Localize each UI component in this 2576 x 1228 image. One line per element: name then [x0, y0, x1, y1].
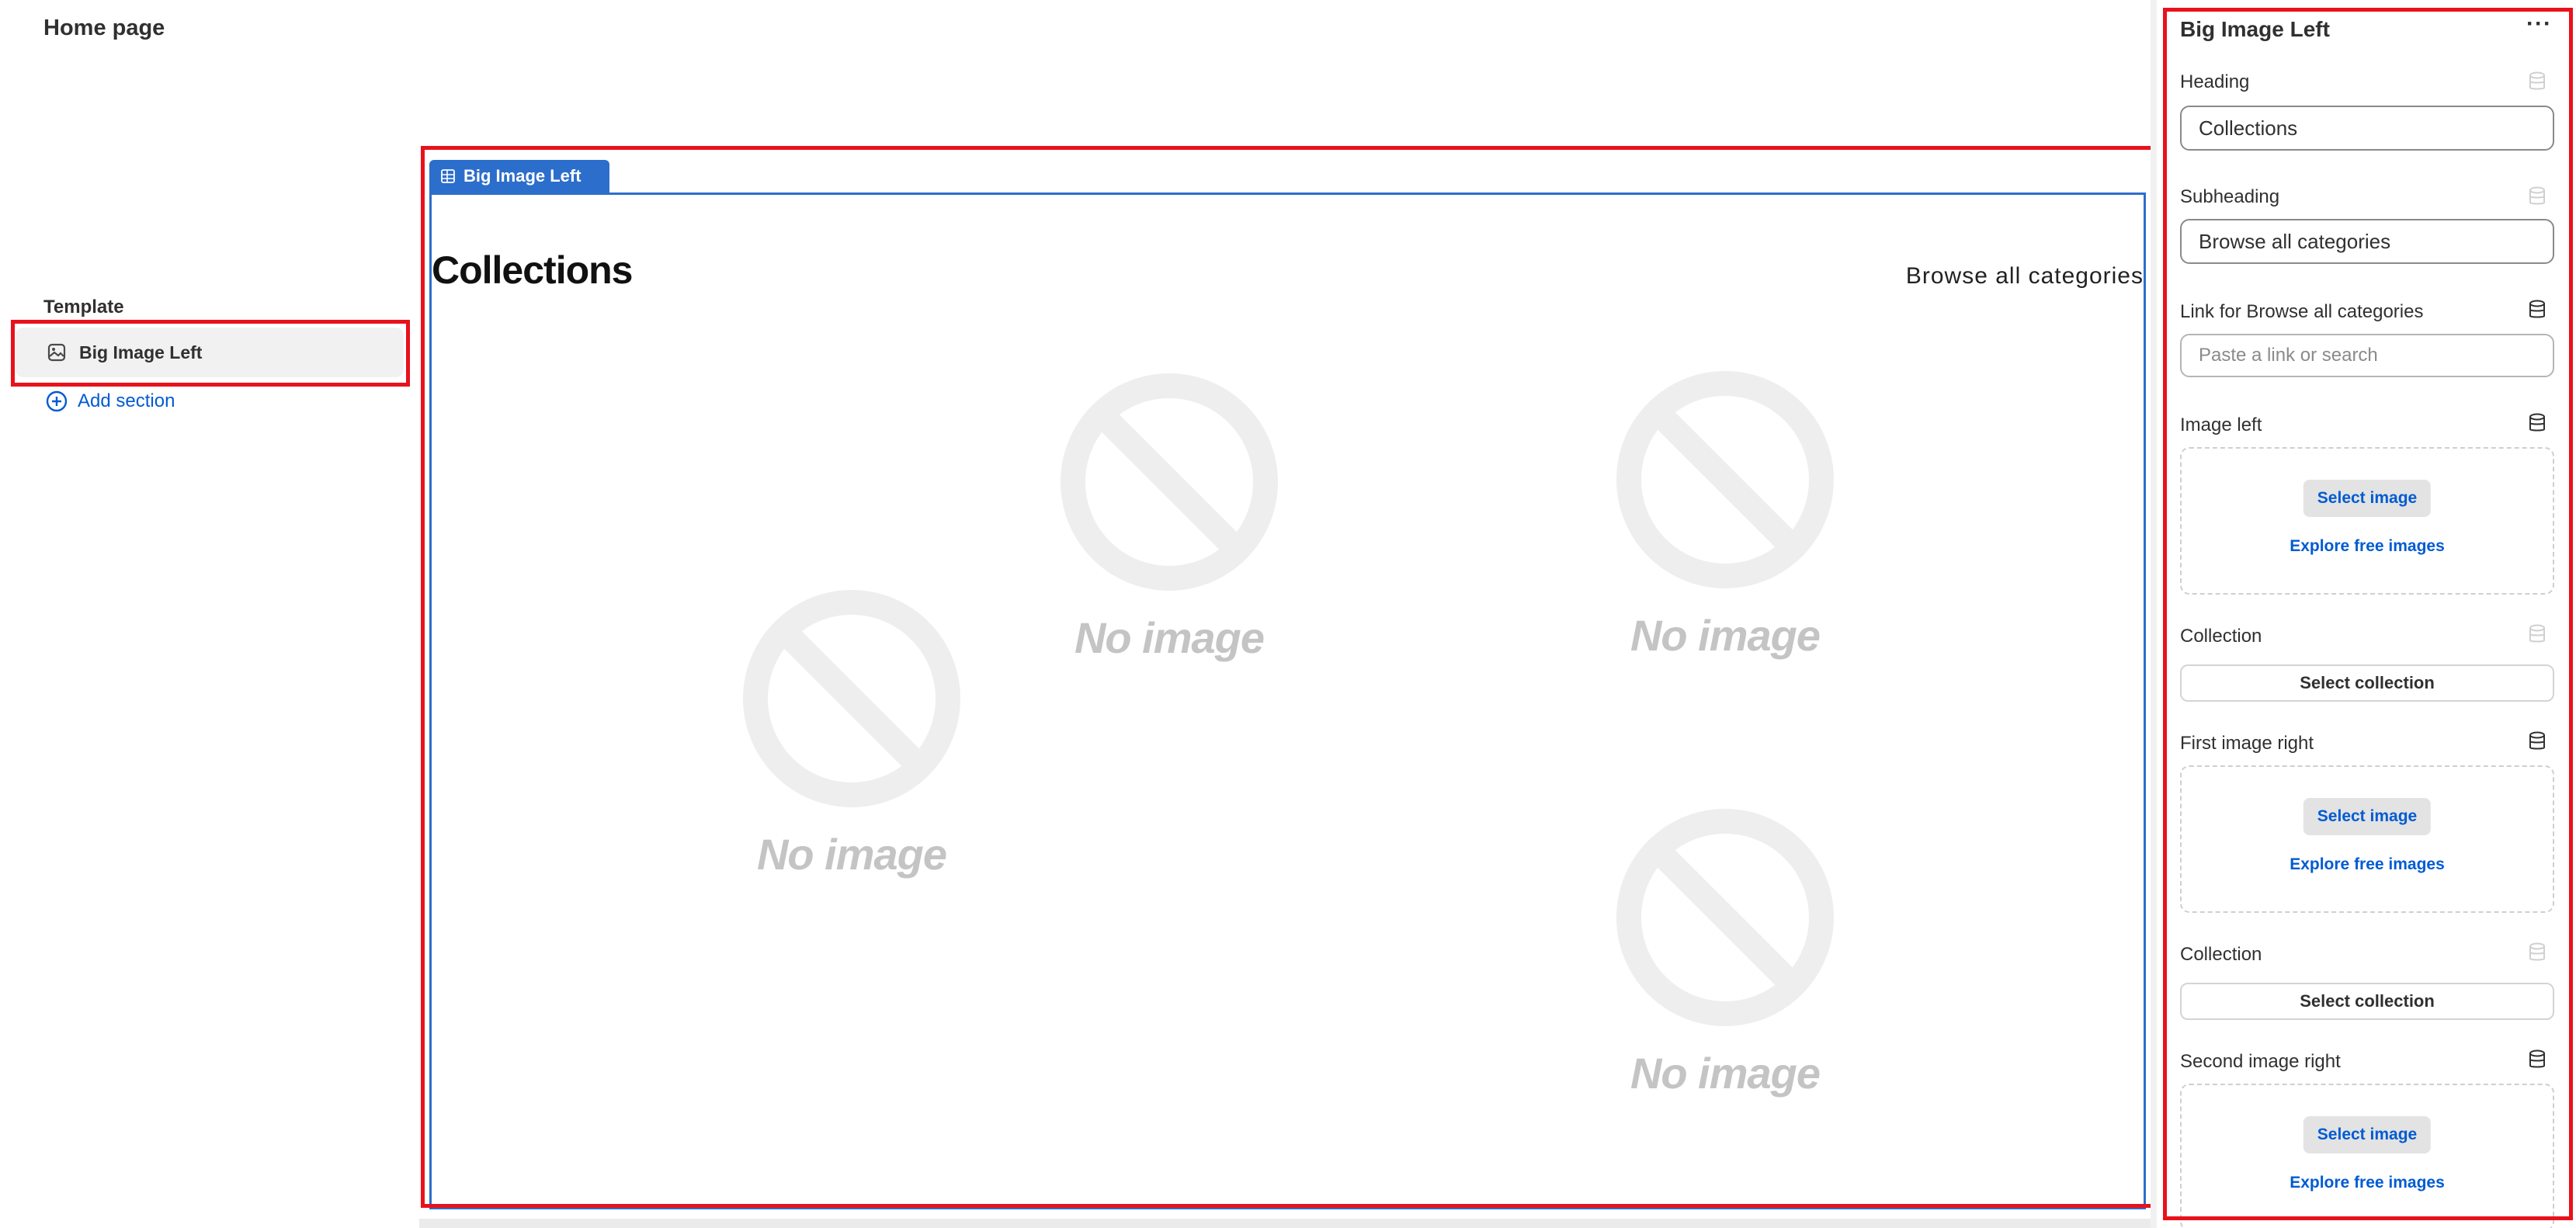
settings-panel-divider: [2151, 0, 2157, 1228]
preview-scroll-gutter: [419, 1219, 2151, 1228]
left-sidebar: Home page Template Big Image Left Add se…: [0, 0, 419, 1228]
highlight-box-section-item: [11, 320, 410, 387]
template-label: Template: [43, 297, 124, 317]
add-section-label: Add section: [78, 390, 175, 411]
page-title: Home page: [43, 16, 165, 40]
highlight-box-settings-panel: [2163, 8, 2573, 1220]
add-section-button[interactable]: Add section: [45, 390, 175, 413]
highlight-box-preview: [421, 146, 2157, 1208]
plus-circle-icon: [46, 390, 68, 412]
